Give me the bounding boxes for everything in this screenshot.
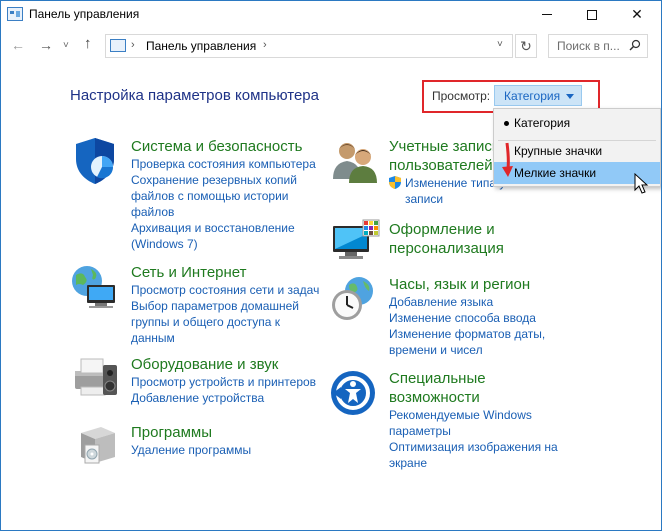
close-button[interactable]: ✕ <box>614 1 660 28</box>
selected-bullet-icon <box>504 121 509 126</box>
search-input[interactable]: Поиск в п... <box>548 34 648 58</box>
link-homegroup[interactable]: данным <box>131 330 319 346</box>
page-title: Настройка параметров компьютера <box>70 87 319 104</box>
category-clock-region: Часы, язык и регион Добавление языка Изм… <box>389 275 545 358</box>
category-title[interactable]: Оборудование и звук <box>131 355 316 374</box>
control-panel-window: Панель управления ✕ ← → ˅ ↑ › Панель упр… <box>0 0 662 531</box>
accessibility-icon <box>331 371 375 415</box>
title-bar: Панель управления ✕ <box>1 1 661 28</box>
monitor-palette-icon <box>333 219 380 259</box>
menu-item-category[interactable]: Категория <box>494 112 660 134</box>
refresh-button[interactable]: ↻ <box>515 34 537 58</box>
menu-item-label: Мелкие значки <box>514 166 597 180</box>
network-globe-icon <box>72 266 115 308</box>
navigation-bar: ← → ˅ ↑ › Панель управления › ˅ ↻ Поиск … <box>1 29 661 63</box>
link-optimize-display[interactable]: экране <box>389 455 558 471</box>
annotation-arrow-icon <box>502 142 513 177</box>
menu-item-large-icons[interactable]: Крупные значки <box>494 140 660 162</box>
window-title: Панель управления <box>29 7 140 21</box>
link-devices-printers[interactable]: Просмотр устройств и принтеров <box>131 374 316 390</box>
category-title[interactable]: Специальные <box>389 369 558 388</box>
link-file-history[interactable]: файлов <box>131 204 316 220</box>
category-title[interactable]: Оформление и <box>389 220 504 239</box>
programs-box-icon <box>81 427 115 464</box>
chevron-right-icon[interactable]: › <box>131 39 135 51</box>
view-dropdown[interactable]: Категория <box>494 85 582 106</box>
control-panel-icon <box>7 7 23 21</box>
view-selected-value: Категория <box>504 89 561 103</box>
category-network-internet: Сеть и Интернет Просмотр состояния сети … <box>131 263 319 346</box>
chevron-right-icon[interactable]: › <box>263 39 267 51</box>
link-file-history[interactable]: Сохранение резервных копий <box>131 172 316 188</box>
maximize-icon <box>587 9 597 20</box>
address-bar[interactable]: › Панель управления › ˅ <box>105 34 513 58</box>
search-icon <box>629 39 641 51</box>
dropdown-arrow-icon <box>566 94 574 99</box>
link-change-input[interactable]: Изменение способа ввода <box>389 310 545 326</box>
category-title[interactable]: персонализация <box>389 239 504 258</box>
category-hardware-sound: Оборудование и звук Просмотр устройств и… <box>131 355 316 406</box>
menu-item-label: Крупные значки <box>514 144 603 158</box>
link-check-status[interactable]: Проверка состояния компьютера <box>131 156 316 172</box>
control-panel-icon <box>110 39 126 52</box>
minimize-icon <box>542 14 552 15</box>
link-recommended-settings[interactable]: параметры <box>389 423 558 439</box>
printer-speaker-icon <box>75 358 117 396</box>
category-appearance: Оформление и персонализация <box>389 220 504 258</box>
category-title[interactable]: возможности <box>389 388 558 407</box>
back-button[interactable]: ← <box>11 37 25 53</box>
category-title[interactable]: Сеть и Интернет <box>131 263 319 282</box>
link-file-history[interactable]: файлов с помощью истории <box>131 188 316 204</box>
close-icon: ✕ <box>631 6 643 22</box>
menu-item-label: Категория <box>514 116 571 130</box>
category-title[interactable]: Система и безопасность <box>131 137 316 156</box>
category-title[interactable]: Программы <box>131 423 251 442</box>
link-recommended-settings[interactable]: Рекомендуемые Windows <box>389 407 558 423</box>
category-accessibility: Специальные возможности Рекомендуемые Wi… <box>389 369 558 471</box>
uac-shield-icon <box>389 176 401 189</box>
link-change-account-type[interactable]: записи <box>389 191 543 207</box>
category-programs: Программы Удаление программы <box>131 423 251 458</box>
link-add-device[interactable]: Добавление устройства <box>131 390 316 406</box>
breadcrumb[interactable]: Панель управления <box>146 39 256 53</box>
link-backup-restore[interactable]: (Windows 7) <box>131 236 316 252</box>
up-button[interactable]: ↑ <box>84 35 92 52</box>
link-network-status[interactable]: Просмотр состояния сети и задач <box>131 282 319 298</box>
category-title[interactable]: Часы, язык и регион <box>389 275 545 294</box>
maximize-button[interactable] <box>569 1 615 28</box>
minimize-button[interactable] <box>524 1 570 28</box>
link-homegroup[interactable]: группы и общего доступа к <box>131 314 319 330</box>
link-add-language[interactable]: Добавление языка <box>389 294 545 310</box>
users-icon <box>333 143 377 183</box>
link-homegroup[interactable]: Выбор параметров домашней <box>131 298 319 314</box>
link-optimize-display[interactable]: Оптимизация изображения на <box>389 439 558 455</box>
link-change-formats[interactable]: времени и чисел <box>389 342 545 358</box>
link-change-formats[interactable]: Изменение форматов даты, <box>389 326 545 342</box>
forward-button[interactable]: → <box>39 37 53 53</box>
clock-globe-icon <box>332 277 373 320</box>
link-uninstall-program[interactable]: Удаление программы <box>131 442 251 458</box>
chevron-down-icon[interactable]: ˅ <box>497 39 503 50</box>
mouse-cursor-icon <box>634 173 649 194</box>
shield-chart-icon <box>76 138 114 184</box>
category-system-security: Система и безопасность Проверка состояни… <box>131 137 316 252</box>
view-label: Просмотр: <box>432 89 491 103</box>
recent-locations-button[interactable]: ˅ <box>63 40 69 51</box>
search-placeholder: Поиск в п... <box>557 39 620 53</box>
link-backup-restore[interactable]: Архивация и восстановление <box>131 220 316 236</box>
